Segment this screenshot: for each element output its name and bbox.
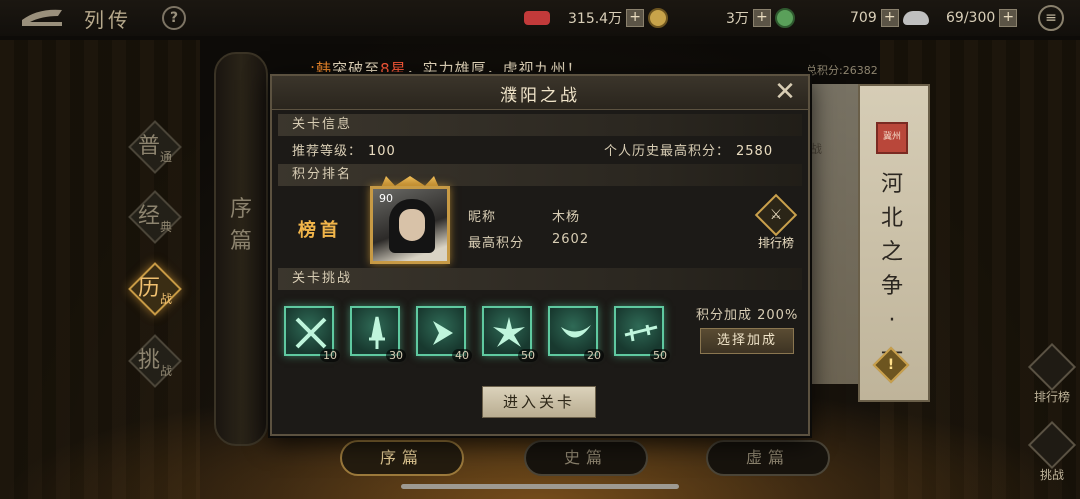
copper-coin-icon <box>524 11 550 25</box>
neighbor-stage-scroll[interactable] <box>808 84 858 384</box>
add-copper-button[interactable]: + <box>626 9 645 27</box>
alert-mark: ! <box>887 357 895 373</box>
tab-label-sub: 战 <box>160 364 173 378</box>
top-bar: 列传 ? 315.4万 + 3万 + 709 + 69/300 + ≡ <box>0 0 1080 36</box>
page-title: 列传 <box>84 8 132 32</box>
challenge-skill-5[interactable]: 20 <box>548 306 604 362</box>
challenge-side-button[interactable]: 挑战 <box>1024 420 1080 483</box>
enter-stage-button[interactable]: 进入关卡 <box>482 386 596 418</box>
bottom-tab-prologue[interactable]: 序篇 <box>340 440 464 476</box>
challenge-side-label: 挑战 <box>1039 468 1064 482</box>
leaderboard-glyph: ⚔ <box>769 207 783 223</box>
skill-level: 20 <box>584 349 604 362</box>
nickname-value: 木杨 <box>552 210 581 225</box>
skill-level: 30 <box>386 349 406 362</box>
resource-stamina: 69/300 + <box>946 7 1018 29</box>
tab-label-main: 普 <box>138 134 161 159</box>
burst-icon <box>493 317 525 347</box>
resource-silver-value: 709 <box>850 10 877 26</box>
help-button[interactable]: ? <box>162 6 186 30</box>
crescent-icon <box>561 325 591 338</box>
skill-level: 10 <box>320 349 340 362</box>
bottom-tab-fiction[interactable]: 虚篇 <box>706 440 830 476</box>
personal-best-label: 个人历史最高积分： <box>604 144 731 159</box>
skill-level: 50 <box>518 349 538 362</box>
section-ranking: 积分排名 <box>278 164 802 186</box>
tab-label-main: 经 <box>138 204 161 229</box>
add-silver-button[interactable]: + <box>880 9 899 27</box>
tab-label-main: 历 <box>138 276 161 301</box>
side-tab-challenge[interactable]: 挑 战 <box>128 334 182 388</box>
avatar-face <box>399 209 425 241</box>
dialog-header: 濮阳之战 ✕ <box>272 76 808 110</box>
challenge-skill-6[interactable]: 50 <box>614 306 670 362</box>
top-score-value: 2602 <box>552 232 590 247</box>
resource-jade: 3万 + <box>726 7 795 29</box>
leaderboard-button-label: 排行榜 <box>757 236 794 250</box>
leaderboard-side-label: 排行榜 <box>1033 390 1070 404</box>
skill-level: 50 <box>650 349 670 362</box>
gold-coin-icon <box>648 8 669 28</box>
next-stage-title: 河北之争·一 <box>880 172 903 367</box>
pillar-label: 序篇 <box>229 197 252 254</box>
challenge-skill-2[interactable]: 30 <box>350 306 406 362</box>
leaderboard-side-button[interactable]: 排行榜 <box>1024 342 1080 405</box>
bottom-tab-history[interactable]: 史篇 <box>524 440 648 476</box>
stage-dialog: 濮阳之战 ✕ 关卡信息 推荐等级： 100 个人历史最高积分： 2580 积分排名 … <box>270 74 810 436</box>
skill-level: 40 <box>452 349 472 362</box>
nickname-label: 昵称 <box>468 210 497 225</box>
close-button[interactable]: ✕ <box>770 78 800 108</box>
tab-label-sub: 通 <box>160 150 173 164</box>
resource-copper: 315.4万 + <box>524 7 669 29</box>
side-tab-history[interactable]: 历 战 <box>128 262 182 316</box>
jade-coin-icon <box>774 8 795 28</box>
side-tab-classic[interactable]: 经 典 <box>128 190 182 244</box>
sword-icon <box>369 316 385 349</box>
tab-label-sub: 典 <box>160 220 173 234</box>
resource-stamina-value: 69/300 <box>946 10 996 26</box>
top-score-label: 最高积分 <box>468 236 525 251</box>
leaderboard-button[interactable]: ⚔ 排行榜 <box>748 193 804 251</box>
score-bonus-text: 积分加成 200% <box>696 308 799 323</box>
avatar-level: 90 <box>379 192 393 205</box>
neighbor-stage-label: 战 <box>810 142 823 156</box>
side-tab-normal[interactable]: 普 通 <box>128 120 182 174</box>
challenge-skill-1[interactable]: 10 <box>284 306 340 362</box>
tab-label-sub: 战 <box>160 292 173 306</box>
challenge-skill-3[interactable]: 40 <box>416 306 472 362</box>
silver-ingot-icon <box>902 11 929 25</box>
recommended-level-value: 100 <box>368 144 396 159</box>
menu-button[interactable]: ≡ <box>1038 5 1064 31</box>
total-score: 总积分:26382 <box>806 64 878 77</box>
dialog-title: 濮阳之战 <box>500 86 580 106</box>
section-challenge: 关卡挑战 <box>278 268 802 290</box>
add-stamina-button[interactable]: + <box>999 9 1018 27</box>
crossed-swords-icon <box>295 317 327 349</box>
region-seal: 冀州 <box>876 122 908 154</box>
recommended-level-label: 推荐等级： <box>292 144 363 159</box>
select-bonus-button[interactable]: 选择加成 <box>700 328 794 354</box>
rapier-icon <box>624 324 658 342</box>
home-indicator[interactable] <box>401 484 679 489</box>
tab-label-main: 挑 <box>138 348 161 373</box>
add-jade-button[interactable]: + <box>752 9 771 27</box>
resource-silver: 709 + <box>850 7 929 29</box>
personal-best-score: 个人历史最高积分： 2580 <box>604 140 773 159</box>
leaderboard-icon: ⚔ <box>754 193 798 237</box>
chevron-icon <box>433 321 453 345</box>
personal-best-value: 2580 <box>736 144 774 159</box>
section-stage-info: 关卡信息 <box>278 114 802 136</box>
top-player-avatar[interactable]: 90 <box>370 186 450 264</box>
resource-jade-value: 3万 <box>726 11 749 27</box>
resource-copper-value: 315.4万 <box>568 11 623 27</box>
leaderboard-icon <box>1027 342 1077 392</box>
top-rank-label: 榜首 <box>298 220 342 241</box>
back-arrow-icon[interactable] <box>18 6 66 28</box>
recommended-level: 推荐等级： 100 <box>292 140 396 159</box>
crossed-swords-icon <box>1027 420 1077 470</box>
challenge-skill-4[interactable]: 50 <box>482 306 538 362</box>
